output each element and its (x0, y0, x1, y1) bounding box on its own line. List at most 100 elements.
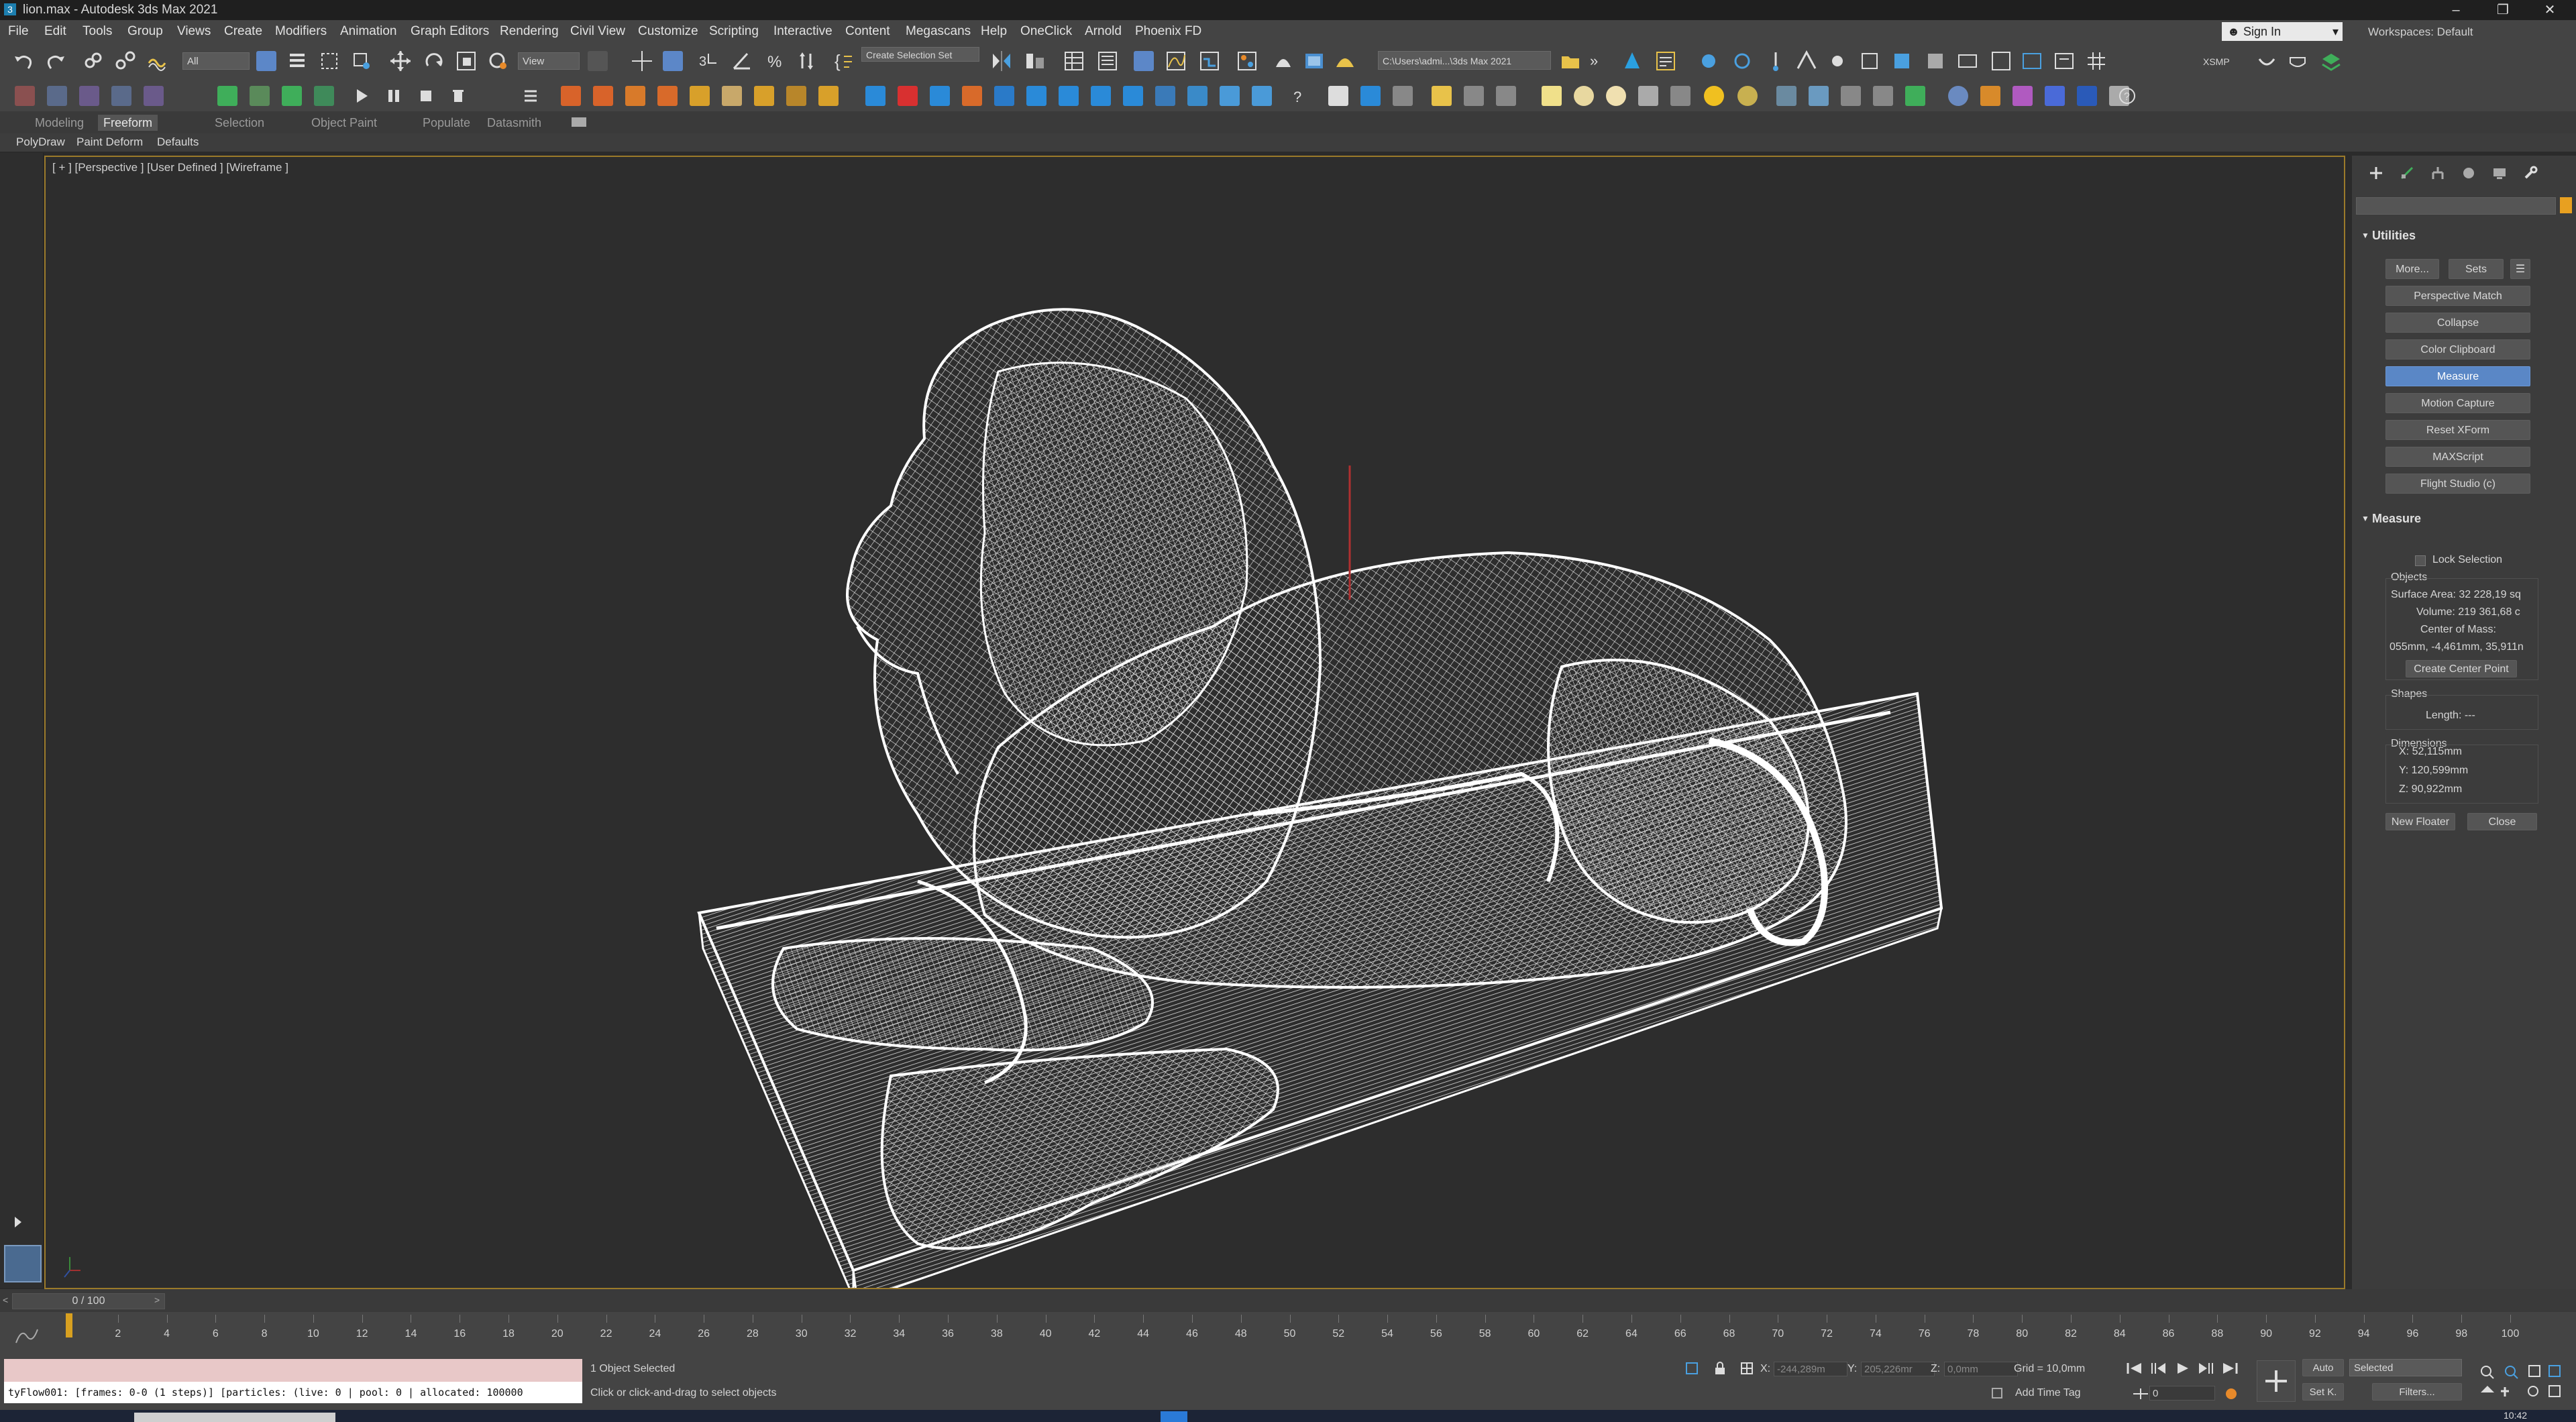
taskbar-search-box[interactable] (134, 1413, 335, 1422)
vray-frame-buffer-icon[interactable] (1360, 86, 1381, 106)
project-folder-icon[interactable] (1559, 50, 1582, 72)
maxscript-listener-mini[interactable]: tyFlow001: [frames: 0-0 (1 steps)] [part… (4, 1359, 582, 1403)
set-key-button[interactable]: Set K. (2302, 1383, 2344, 1401)
keyboard-shortcut-override-button[interactable] (663, 51, 683, 71)
create-tab-icon[interactable] (2368, 165, 2384, 181)
maxscript-button[interactable]: MAXScript (2385, 447, 2530, 467)
undo-icon[interactable] (12, 50, 35, 72)
liquid-preset-1-icon[interactable] (865, 86, 885, 106)
vray-sky-icon[interactable] (1873, 86, 1893, 106)
object-color-swatch[interactable] (2560, 197, 2572, 213)
vray-displacement-icon[interactable] (1841, 86, 1861, 106)
trackbar[interactable]: 0246810121416182022242628303234363840424… (0, 1312, 2576, 1352)
sign-in-dropdown[interactable]: ☻ Sign In ▾ (2222, 22, 2343, 41)
snap-pivot-icon[interactable] (250, 86, 270, 106)
vray-sun-icon[interactable] (1704, 86, 1724, 106)
unlink-icon[interactable] (114, 50, 137, 72)
align-to-view-icon[interactable] (217, 86, 237, 106)
vray-help-icon[interactable]: ? (2117, 86, 2137, 106)
mirror-icon[interactable] (990, 50, 1013, 72)
selection-filter-dropdown[interactable]: All (182, 52, 250, 70)
y-coord-field[interactable]: 205,226mr (1861, 1362, 1935, 1376)
current-frame-marker[interactable] (66, 1313, 72, 1337)
vray-proxy-icon[interactable] (1464, 86, 1484, 106)
next-key-icon[interactable] (2196, 1360, 2216, 1376)
delete-icon[interactable] (448, 86, 468, 106)
prev-frame-icon[interactable]: < (3, 1295, 8, 1305)
liquid-preset-12-icon[interactable] (1220, 86, 1240, 106)
percent-snap-icon[interactable]: % (765, 50, 788, 72)
place-icon[interactable] (487, 50, 510, 72)
auto-key-button[interactable]: Auto (2302, 1359, 2344, 1376)
close-window-button[interactable]: ✕ (2533, 0, 2567, 20)
fire-preset-8-icon[interactable] (786, 86, 806, 106)
bind-space-warp-icon[interactable] (146, 50, 169, 72)
named-selection-dropdown[interactable]: Create Selection Set (861, 47, 979, 62)
rotate-icon[interactable] (423, 50, 445, 72)
time-slider[interactable]: 0 / 100 (12, 1293, 165, 1309)
menu-modifiers[interactable]: Modifiers (275, 24, 327, 39)
liquid-preset-5-icon[interactable] (994, 86, 1014, 106)
scene-explorer-icon[interactable] (1063, 50, 1085, 72)
link-icon[interactable] (82, 50, 105, 72)
perspective-viewport[interactable]: [ + ] [Perspective ] [User Defined ] [Wi… (44, 156, 2345, 1289)
toolbar-overflow-icon[interactable]: » (1586, 50, 1609, 72)
menu-help[interactable]: Help (981, 24, 1007, 39)
liquid-preset-8-icon[interactable] (1091, 86, 1111, 106)
liquid-preset-2-icon[interactable] (898, 86, 918, 106)
phoenix-grid-icon[interactable] (2085, 50, 2108, 72)
flight-studio-button[interactable]: Flight Studio (c) (2385, 474, 2530, 494)
fire-preset-1-icon[interactable] (561, 86, 581, 106)
create-center-point-button[interactable]: Create Center Point (2406, 660, 2517, 677)
tab-freeform[interactable]: Freeform (98, 115, 158, 131)
set-key-big-button[interactable] (2257, 1360, 2296, 1402)
select-manipulate-icon[interactable] (631, 50, 653, 72)
menu-file[interactable]: File (8, 24, 29, 39)
align-icon[interactable] (1024, 50, 1046, 72)
phoenix-voxel-icon[interactable] (1990, 50, 2012, 72)
menu-oneclick[interactable]: OneClick (1020, 24, 1072, 39)
select-object-button[interactable] (256, 51, 276, 71)
vray-physical-camera-icon[interactable] (1809, 86, 1829, 106)
menu-scripting[interactable]: Scripting (709, 24, 759, 39)
vray-decal-icon[interactable] (2012, 86, 2033, 106)
fire-preset-7-icon[interactable] (754, 86, 774, 106)
menu-animation[interactable]: Animation (340, 24, 397, 39)
menu-arnold[interactable]: Arnold (1085, 24, 1122, 39)
fire-preset-2-icon[interactable] (593, 86, 613, 106)
fire-preset-5-icon[interactable] (690, 86, 710, 106)
goto-end-icon[interactable] (2220, 1360, 2241, 1376)
select-by-name-icon[interactable] (287, 51, 307, 71)
vray-toon-icon[interactable] (1980, 86, 2000, 106)
phoenix-fire-icon[interactable] (1697, 50, 1720, 72)
render-production-icon[interactable] (1334, 50, 1356, 72)
z-coord-field[interactable]: 0,0mm (1944, 1362, 2018, 1376)
vray-ies-icon[interactable] (1638, 86, 1658, 106)
render-setup-icon[interactable] (1272, 50, 1295, 72)
fire-preset-6-icon[interactable] (722, 86, 742, 106)
menu-interactive[interactable]: Interactive (773, 24, 833, 39)
polydraw-button[interactable]: PolyDraw (16, 135, 65, 149)
liquid-preset-10-icon[interactable] (1155, 86, 1175, 106)
phoenix-source-icon[interactable] (1764, 50, 1787, 72)
viewport-layout-tab[interactable] (4, 1245, 42, 1282)
maxscript-output[interactable]: tyFlow001: [frames: 0-0 (1 steps)] [part… (4, 1382, 582, 1403)
phoenix-preview-icon[interactable] (2021, 50, 2043, 72)
menu-content[interactable]: Content (845, 24, 890, 39)
pivot-center-button[interactable] (588, 51, 608, 71)
sel-vertex-icon[interactable] (15, 86, 35, 106)
paint-deform-button[interactable]: Paint Deform (76, 135, 143, 149)
snap-3d-icon[interactable]: 3 (698, 50, 720, 72)
vray-ambient-icon[interactable] (1737, 86, 1758, 106)
modify-tab-icon[interactable] (2399, 165, 2415, 181)
vray-vfb-icon[interactable] (2077, 86, 2097, 106)
lion-wireframe-model[interactable] (46, 157, 2344, 1288)
liquid-preset-6-icon[interactable] (1026, 86, 1046, 106)
project-folder-dropdown[interactable]: C:\Users\admi...\3ds Max 2021 (1378, 51, 1551, 70)
sel-element-icon[interactable] (144, 86, 164, 106)
menu-tools[interactable]: Tools (83, 24, 112, 39)
key-selection-dropdown[interactable]: Selected (2349, 1359, 2462, 1376)
xsmp-smooth-icon[interactable] (2255, 50, 2278, 72)
menu-group[interactable]: Group (127, 24, 163, 39)
pause-icon[interactable] (384, 86, 404, 106)
